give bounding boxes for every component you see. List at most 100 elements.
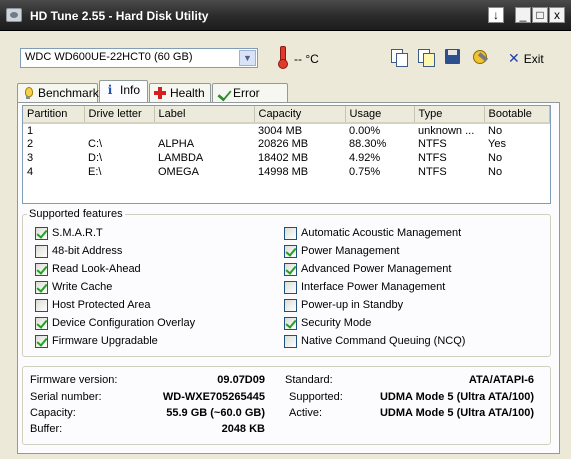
thermometer-icon	[278, 46, 288, 69]
column-header-label[interactable]: Label	[154, 106, 255, 124]
temperature-readout: -- °C	[294, 52, 319, 66]
table-cell: 0.75%	[349, 166, 381, 178]
feature-checkbox[interactable]	[35, 335, 48, 348]
column-header-drive-letter[interactable]: Drive letter	[84, 106, 155, 124]
table-cell: 4.92%	[349, 152, 381, 164]
feature-checkbox[interactable]	[35, 227, 48, 240]
table-cell: unknown ...	[418, 124, 475, 137]
table-cell: E:\	[88, 166, 102, 178]
table-cell: NTFS	[418, 138, 447, 150]
info-icon: i	[107, 83, 113, 97]
feature-label: S.M.A.R.T	[52, 227, 103, 239]
column-header-capacity[interactable]: Capacity	[254, 106, 346, 124]
tab-info[interactable]: i Info	[99, 80, 148, 102]
table-cell: 2	[27, 138, 34, 150]
feature-checkbox[interactable]	[35, 317, 48, 330]
table-cell: 3004 MB	[258, 124, 303, 137]
tab-benchmark[interactable]: Benchmark	[17, 83, 99, 102]
table-cell: Yes	[488, 138, 506, 150]
tab-health[interactable]: Health	[149, 83, 211, 102]
feature-label: Automatic Acoustic Management	[301, 227, 462, 239]
capacity-value: 55.9 GB (~60.0 GB)	[166, 407, 265, 419]
table-cell: 88.30%	[349, 138, 387, 150]
table-cell: C:\	[88, 138, 103, 150]
drive-select[interactable]: WDC WD600UE-22HCT0 (60 GB) ▼	[20, 48, 258, 68]
table-cell	[154, 123, 254, 137]
feature-checkbox[interactable]	[284, 335, 297, 348]
column-header-partition[interactable]: Partition	[23, 106, 85, 124]
table-row[interactable]: 2 C:\ ALPHA 20826 MB 88.30% NTFS Yes	[23, 137, 550, 151]
tab-label: Benchmark	[38, 86, 99, 100]
exit-icon: ✕	[508, 50, 520, 66]
buffer-label: Buffer:	[30, 423, 63, 435]
maximize-button[interactable]: □	[532, 7, 548, 23]
table-cell: NTFS	[418, 166, 447, 178]
error-scan-icon	[217, 87, 229, 99]
copy-all-icon[interactable]	[416, 47, 436, 67]
tab-error-scan[interactable]: Error Scan	[212, 83, 288, 114]
feature-checkbox[interactable]	[284, 227, 297, 240]
table-cell: D:\	[88, 152, 103, 164]
standard-label: Standard:	[285, 374, 333, 386]
firmware-value: 09.07D09	[217, 374, 265, 386]
feature-label: Device Configuration Overlay	[52, 317, 196, 329]
table-cell: ALPHA	[158, 138, 195, 150]
chevron-down-icon[interactable]: ▼	[239, 50, 256, 66]
feature-label: Advanced Power Management	[301, 263, 452, 275]
table-cell: 14998 MB	[258, 166, 309, 178]
partition-table[interactable]: Partition Drive letter Label Capacity Us…	[22, 105, 551, 204]
table-row[interactable]: 4 E:\ OMEGA 14998 MB 0.75% NTFS No	[23, 165, 550, 179]
feature-checkbox[interactable]	[284, 245, 297, 258]
active-mode-value: UDMA Mode 5 (Ultra ATA/100)	[379, 407, 534, 419]
feature-checkbox[interactable]	[284, 263, 297, 276]
standard-value: ATA/ATAPI-6	[468, 374, 534, 386]
tab-label: Health	[170, 86, 205, 100]
table-cell: No	[488, 152, 503, 164]
table-cell: 0.00%	[349, 124, 381, 137]
table-cell	[84, 123, 154, 137]
feature-label: Interface Power Management	[301, 281, 446, 293]
table-cell: OMEGA	[158, 166, 199, 178]
table-header-row: Partition Drive letter Label Capacity Us…	[23, 106, 550, 124]
table-row[interactable]: 3 D:\ LAMBDA 18402 MB 4.92% NTFS No	[23, 151, 550, 165]
column-header-bootable[interactable]: Bootable	[484, 106, 550, 124]
drive-select-value: WDC WD600UE-22HCT0 (60 GB)	[25, 51, 193, 63]
buffer-value: 2048 KB	[221, 423, 265, 435]
drive-select-arrow-button[interactable]: ↓	[488, 7, 504, 23]
table-cell: No	[488, 166, 503, 178]
serial-number-value: WD-WXE705265445	[162, 391, 265, 403]
table-cell: NTFS	[418, 152, 447, 164]
column-header-usage[interactable]: Usage	[345, 106, 415, 124]
table-row[interactable]: 1 3004 MB 0.00% unknown ... No	[23, 123, 550, 137]
feature-label: Firmware Upgradable	[52, 335, 158, 347]
copy-icon[interactable]	[389, 47, 409, 67]
feature-checkbox[interactable]	[35, 245, 48, 258]
feature-checkbox[interactable]	[35, 299, 48, 312]
column-header-type[interactable]: Type	[414, 106, 485, 124]
close-button[interactable]: x	[549, 7, 565, 23]
exit-button[interactable]: ✕ Exit	[508, 50, 544, 67]
options-icon[interactable]	[470, 47, 490, 67]
supported-mode-label: Supported:	[289, 391, 343, 403]
benchmark-icon	[22, 87, 34, 99]
feature-label: Security Mode	[301, 317, 372, 329]
minimize-button[interactable]: _	[515, 7, 531, 23]
table-cell: 1	[27, 124, 34, 137]
table-cell: LAMBDA	[158, 152, 204, 164]
feature-label: Power Management	[301, 245, 400, 257]
feature-checkbox[interactable]	[284, 299, 297, 312]
drive-details-group: Firmware version: 09.07D09 Serial number…	[22, 366, 551, 445]
title-bar: HD Tune 2.55 - Hard Disk Utility ↓ _ □ x	[0, 0, 571, 31]
feature-checkbox[interactable]	[284, 317, 297, 330]
supported-mode-value: UDMA Mode 5 (Ultra ATA/100)	[379, 391, 534, 403]
feature-checkbox[interactable]	[35, 263, 48, 276]
feature-label: Power-up in Standby	[301, 299, 404, 311]
feature-checkbox[interactable]	[284, 281, 297, 294]
table-cell: No	[488, 124, 503, 137]
feature-label: Write Cache	[52, 281, 113, 293]
feature-checkbox[interactable]	[35, 281, 48, 294]
save-icon[interactable]	[443, 47, 463, 67]
supported-features-title: Supported features	[27, 208, 125, 220]
tab-label: Info	[120, 83, 141, 97]
feature-label: Host Protected Area	[52, 299, 151, 311]
